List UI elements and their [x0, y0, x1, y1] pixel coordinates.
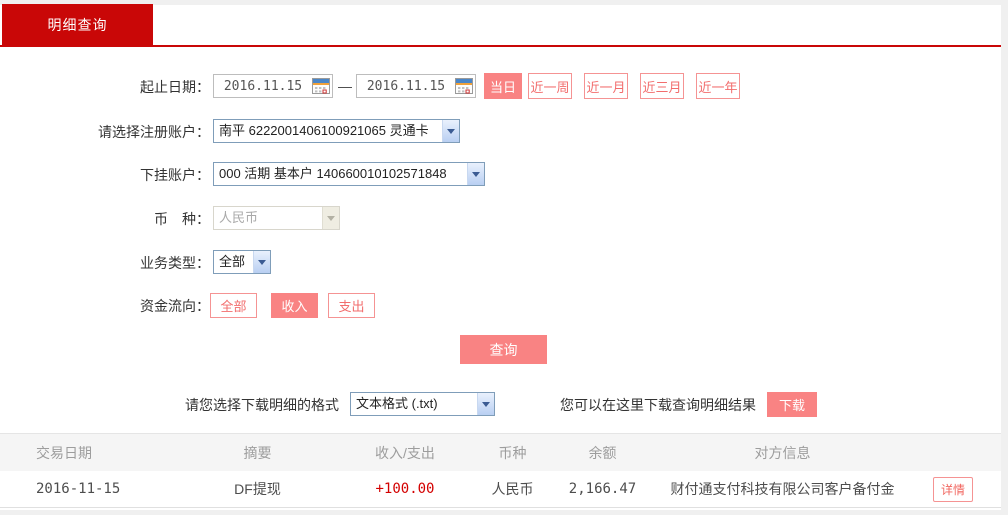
end-date-input[interactable]: 2016.11.15 — [356, 74, 476, 98]
table-row: 2016-11-15 DF提现 +100.00 人民币 2,166.47 财付通… — [0, 471, 1001, 508]
detail-query-page: 明细查询 起止日期： 2016.11.15 — 2016.11.15 当日 近一… — [0, 0, 1008, 515]
registered-account-select[interactable]: 南平 6222001406100921065 灵通卡 — [213, 119, 460, 143]
currency-value: 人民币 — [219, 210, 259, 225]
quick-range-year-button[interactable]: 近一年 — [696, 73, 740, 99]
calendar-icon[interactable] — [455, 77, 473, 95]
fund-flow-income-button[interactable]: 收入 — [271, 293, 318, 318]
fund-flow-all-button[interactable]: 全部 — [210, 293, 257, 318]
date-range-separator: — — [338, 78, 352, 94]
business-type-value: 全部 — [219, 254, 246, 269]
cell-counterparty: 财付通支付科技有限公司客户备付金 — [670, 481, 895, 497]
end-date-value: 2016.11.15 — [366, 78, 446, 94]
detail-button[interactable]: 详情 — [932, 476, 973, 502]
cell-currency: 人民币 — [491, 481, 534, 497]
header-balance: 余额 — [588, 444, 617, 461]
business-type-select[interactable]: 全部 — [213, 250, 271, 274]
registered-account-value: 南平 6222001406100921065 灵通卡 — [219, 123, 429, 138]
sub-account-select[interactable]: 000 活期 基本户 140660010102571848 — [213, 162, 485, 186]
download-format-value: 文本格式 (.txt) — [356, 396, 438, 411]
fund-flow-label: 资金流向： — [140, 298, 210, 314]
cell-date: 2016-11-15 — [36, 481, 121, 497]
tab-detail-query[interactable]: 明细查询 — [2, 4, 153, 46]
sub-account-value: 000 活期 基本户 140660010102571848 — [219, 166, 447, 181]
business-type-label: 业务类型： — [140, 255, 210, 271]
tab-underline — [0, 45, 1001, 47]
header-currency: 币种 — [498, 444, 527, 461]
table-header: 交易日期 摘要 收入/支出 币种 余额 对方信息 — [0, 433, 1001, 471]
quick-range-month-button[interactable]: 近一月 — [584, 73, 628, 99]
currency-label: 币 种： — [154, 211, 210, 227]
chevron-down-icon[interactable] — [477, 393, 494, 415]
download-format-label: 请您选择下载明细的格式 — [185, 397, 339, 413]
start-date-input[interactable]: 2016.11.15 — [213, 74, 333, 98]
currency-select: 人民币 — [213, 206, 340, 230]
download-button[interactable]: 下载 — [767, 392, 817, 417]
sub-account-label: 下挂账户： — [140, 167, 210, 183]
quick-range-today-button[interactable]: 当日 — [484, 73, 522, 99]
chevron-down-icon[interactable] — [253, 251, 270, 273]
fund-flow-expense-button[interactable]: 支出 — [328, 293, 375, 318]
chevron-down-icon[interactable] — [467, 163, 484, 185]
start-date-value: 2016.11.15 — [223, 78, 303, 94]
chevron-down-icon[interactable] — [442, 120, 459, 142]
cell-summary: DF提现 — [234, 481, 281, 497]
registered-account-label: 请选择注册账户： — [98, 124, 210, 140]
query-button[interactable]: 查询 — [460, 335, 547, 364]
date-range-label: 起止日期： — [140, 79, 210, 95]
download-hint-text: 您可以在这里下载查询明细结果 — [560, 397, 756, 413]
chevron-down-icon — [322, 207, 339, 229]
header-in-out: 收入/支出 — [375, 444, 435, 461]
header-counterparty: 对方信息 — [754, 444, 811, 461]
calendar-icon[interactable] — [312, 77, 330, 95]
header-date: 交易日期 — [36, 444, 92, 461]
cell-balance: 2,166.47 — [568, 481, 637, 497]
download-format-select[interactable]: 文本格式 (.txt) — [350, 392, 495, 416]
tab-label: 明细查询 — [47, 17, 108, 33]
header-summary: 摘要 — [243, 444, 272, 461]
quick-range-quarter-button[interactable]: 近三月 — [640, 73, 684, 99]
quick-range-week-button[interactable]: 近一周 — [528, 73, 572, 99]
cell-amount: +100.00 — [375, 481, 435, 497]
